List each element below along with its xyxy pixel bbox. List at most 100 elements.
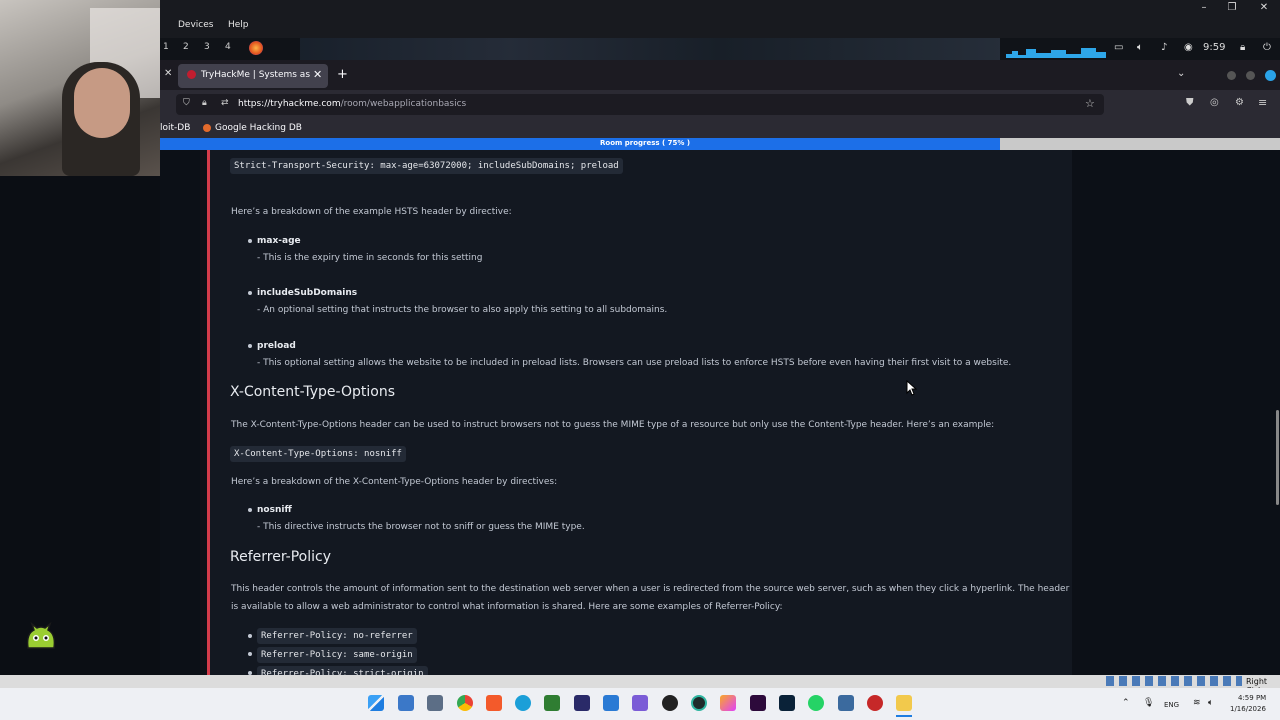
bookmark-exploit-db[interactable]: loit-DB [160, 123, 190, 133]
hsts-breakdown-intro: Here’s a breakdown of the example HSTS h… [231, 207, 512, 217]
tray-chevron-up-icon[interactable]: ⌃ [1122, 698, 1130, 708]
bullet [248, 508, 252, 512]
close-previous-tab-icon[interactable]: ✕ [164, 68, 172, 79]
app-icon-yellow[interactable] [896, 695, 912, 711]
language-indicator[interactable]: ENG [1164, 701, 1179, 709]
permissions-icon[interactable]: ⇄ [221, 98, 229, 108]
network-graph-icon [1006, 48, 1106, 58]
task-content-panel [210, 150, 1072, 675]
task-accent-border [207, 150, 210, 675]
hsts-code-sample: Strict-Transport-Security: max-age=63072… [230, 158, 623, 174]
hamburger-menu-icon[interactable]: ≡ [1258, 96, 1267, 109]
directive-includesubdomains-desc: - An optional setting that instructs the… [257, 305, 668, 315]
bullet [248, 239, 252, 243]
directive-preload-desc: - This optional setting allows the websi… [257, 358, 1012, 368]
directive-includesubdomains: includeSubDomains [257, 288, 358, 298]
xcto-breakdown-intro: Here’s a breakdown of the X-Content-Type… [231, 477, 558, 487]
taskbar-date[interactable]: 1/16/2026 [1230, 705, 1266, 713]
padlock-icon[interactable]: 🔒︎ [202, 98, 207, 108]
tryhackme-bot-icon[interactable] [24, 622, 58, 652]
url-path: /room/webapplicationbasics [340, 99, 467, 109]
bullet [248, 291, 252, 295]
mail-icon[interactable] [427, 695, 443, 711]
whatsapp-icon[interactable] [808, 695, 824, 711]
app-icon-gradient[interactable] [720, 695, 736, 711]
power-icon[interactable]: ⏻ [1263, 42, 1271, 53]
extensions-icon[interactable]: ⚙ [1235, 97, 1244, 108]
bookmark-google-hacking-db[interactable]: Google Hacking DB [215, 123, 302, 133]
webcam-overlay [0, 0, 160, 176]
firefox-icon[interactable] [249, 41, 263, 55]
task-view-icon[interactable] [398, 695, 414, 711]
heading-referrer-policy: Referrer-Policy [230, 549, 332, 565]
tracking-shield-icon[interactable]: ⛉ [183, 98, 190, 108]
bookmarks-bar [160, 120, 1280, 138]
window-minimize-icon[interactable] [1227, 71, 1236, 80]
devices-menu[interactable]: Devices [178, 20, 213, 30]
tab-close-icon[interactable]: ✕ [313, 68, 322, 81]
panel-wallpaper-strip [300, 38, 1000, 60]
chrome-icon[interactable] [457, 695, 473, 711]
referrer-paragraph-line-1: This header controls the amount of infor… [231, 584, 1070, 594]
start-icon[interactable] [368, 695, 384, 711]
panel-clock: 9:59 [1203, 42, 1226, 53]
page-scrollbar-thumb[interactable] [1276, 410, 1279, 505]
workspace-4[interactable]: 4 [225, 42, 231, 52]
bookmark-ghdb-icon [203, 124, 211, 132]
microphone-icon[interactable]: 🎙︎ [1143, 698, 1154, 708]
vm-status-bar [0, 675, 1280, 688]
app-icon-ring[interactable] [691, 695, 707, 711]
xcto-code-sample: X-Content-Type-Options: nosniff [230, 446, 406, 462]
browser-tab-bar [160, 60, 1280, 90]
photoshop-icon[interactable] [779, 695, 795, 711]
url-host: https://tryhackme.com [238, 99, 341, 109]
minimize-icon[interactable]: – [1196, 2, 1212, 13]
help-menu[interactable]: Help [228, 20, 249, 30]
new-tab-icon[interactable]: + [337, 67, 348, 82]
speaker-icon[interactable]: 🔈︎ [1208, 698, 1213, 708]
mouse-cursor-icon [906, 380, 918, 396]
directive-max-age: max-age [257, 236, 301, 246]
referrer-paragraph-line-2: is available to allow a web administrato… [231, 602, 783, 612]
brave-icon[interactable] [486, 695, 502, 711]
window-maximize-icon[interactable] [1246, 71, 1255, 80]
account-icon[interactable]: ◎ [1210, 97, 1219, 108]
directive-max-age-desc: - This is the expiry time in seconds for… [257, 253, 483, 263]
heading-x-content-type-options: X-Content-Type-Options [230, 384, 396, 400]
vm-device-icons[interactable] [1106, 676, 1242, 686]
app-icon-purple[interactable] [632, 695, 648, 711]
workspace-3[interactable]: 3 [204, 42, 210, 52]
volume-icon[interactable]: 🔈︎ [1137, 42, 1143, 53]
xcto-paragraph: The X-Content-Type-Options header can be… [231, 420, 995, 430]
bullet [248, 652, 252, 656]
directive-nosniff: nosniff [257, 505, 292, 515]
display-icon[interactable]: ▭ [1114, 42, 1123, 53]
app-icon-black[interactable] [662, 695, 678, 711]
referrer-code-no-referrer: Referrer-Policy: no-referrer [257, 628, 417, 644]
bell-icon[interactable]: ♪ [1161, 42, 1167, 53]
pocket-icon[interactable]: ⛊ [1186, 97, 1194, 108]
status-icon[interactable]: ◉ [1184, 42, 1193, 53]
restore-icon[interactable]: ❐ [1224, 2, 1240, 13]
window-close-icon[interactable] [1265, 70, 1276, 81]
webcam-person-face [74, 68, 130, 138]
workspace-1[interactable]: 1 [163, 42, 169, 52]
bookmark-star-icon[interactable]: ☆ [1085, 97, 1095, 110]
tab-list-chevron-down-icon[interactable]: ⌄ [1177, 68, 1185, 79]
tryhackme-favicon-icon [187, 70, 196, 79]
premiere-icon[interactable] [750, 695, 766, 711]
edge-icon[interactable] [515, 695, 531, 711]
vscode-icon[interactable] [603, 695, 619, 711]
wifi-icon[interactable]: ≋ [1193, 698, 1201, 708]
workspace-2[interactable]: 2 [183, 42, 189, 52]
app-icon-red[interactable] [867, 695, 883, 711]
close-icon[interactable]: ✕ [1256, 2, 1272, 13]
taskbar-time[interactable]: 4:59 PM [1238, 694, 1266, 702]
bullet [248, 634, 252, 638]
url-text[interactable]: https://tryhackme.com/room/webapplicatio… [238, 99, 466, 109]
referrer-code-same-origin: Referrer-Policy: same-origin [257, 647, 417, 663]
app-icon-blue[interactable] [838, 695, 854, 711]
app-icon-green[interactable] [544, 695, 560, 711]
app-icon-navy[interactable] [574, 695, 590, 711]
lock-icon[interactable]: 🔒︎ [1240, 42, 1245, 53]
